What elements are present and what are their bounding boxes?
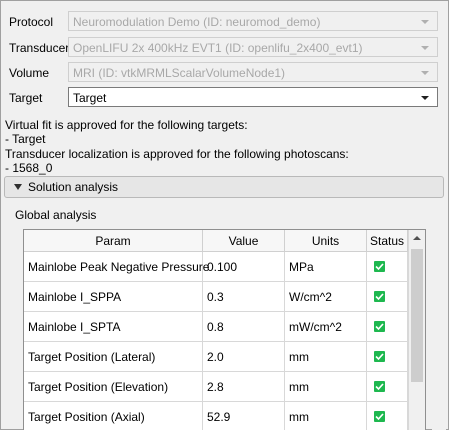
checkbox-checked-icon: [374, 261, 385, 272]
table-scrollbar-thumb[interactable]: [411, 249, 423, 382]
volume-row: Volume MRI (ID: vtkMRMLScalarVolumeNode1…: [0, 62, 449, 84]
table-row-value[interactable]: 0.3: [203, 282, 285, 312]
table-row-param[interactable]: Mainlobe Peak Negative Pressure: [24, 252, 209, 282]
table-row-status[interactable]: [367, 402, 408, 430]
checkbox-checked-icon: [374, 351, 385, 362]
table-row-status[interactable]: [367, 342, 408, 372]
column-header-units[interactable]: Units: [285, 230, 367, 252]
localization-photoscan: - 1568_0: [5, 161, 53, 175]
volume-value: MRI (ID: vtkMRMLScalarVolumeNode1): [73, 66, 286, 80]
table-row-units[interactable]: MPa: [285, 252, 367, 282]
target-row: Target Target: [0, 87, 449, 109]
solution-analysis-toggle[interactable]: Solution analysis: [4, 176, 444, 198]
table-row-status[interactable]: [367, 252, 408, 282]
panel-scrollbar[interactable]: [432, 229, 446, 430]
triangle-down-icon: [14, 184, 22, 190]
solution-analysis-label: Solution analysis: [28, 180, 119, 194]
table-row-units[interactable]: mW/cm^2: [285, 312, 367, 342]
table-row-status[interactable]: [367, 312, 408, 342]
protocol-select[interactable]: Neuromodulation Demo (ID: neuromod_demo): [68, 11, 438, 31]
checkbox-checked-icon: [374, 291, 385, 302]
transducer-row: Transducer OpenLIFU 2x 400kHz EVT1 (ID: …: [0, 37, 449, 59]
table-row-status[interactable]: [367, 372, 408, 402]
checkbox-checked-icon: [374, 321, 385, 332]
analysis-table: Param Value Units Status Mainlobe Peak N…: [23, 229, 426, 430]
table-row-value[interactable]: 0.100: [203, 252, 285, 282]
checkbox-checked-icon: [374, 381, 385, 392]
table-row-param[interactable]: Mainlobe I_SPTA: [24, 312, 203, 342]
transducer-select[interactable]: OpenLIFU 2x 400kHz EVT1 (ID: openlifu_2x…: [68, 37, 438, 57]
target-select[interactable]: Target: [68, 87, 438, 107]
volume-select[interactable]: MRI (ID: vtkMRMLScalarVolumeNode1): [68, 62, 438, 82]
column-header-param[interactable]: Param: [24, 230, 203, 252]
virtual-fit-target: - Target: [5, 132, 46, 146]
virtual-fit-message: Virtual fit is approved for the followin…: [5, 118, 248, 132]
table-scrollbar[interactable]: [408, 230, 425, 430]
scroll-up-arrow-icon[interactable]: [409, 230, 425, 247]
chevron-down-icon: [421, 71, 429, 75]
transducer-value: OpenLIFU 2x 400kHz EVT1 (ID: openlifu_2x…: [73, 41, 363, 55]
table-row-status[interactable]: [367, 282, 408, 312]
chevron-down-icon: [421, 20, 429, 24]
table-row-param[interactable]: Target Position (Elevation): [24, 372, 203, 402]
target-label: Target: [9, 91, 43, 105]
table-row-units[interactable]: mm: [285, 402, 367, 430]
table-row-param[interactable]: Mainlobe I_SPPA: [24, 282, 203, 312]
column-header-status[interactable]: Status: [367, 230, 408, 252]
chevron-down-icon: [421, 46, 429, 50]
target-value: Target: [73, 91, 107, 105]
global-analysis-label: Global analysis: [15, 208, 97, 222]
checkbox-checked-icon: [374, 411, 385, 422]
table-row-value[interactable]: 52.9: [203, 402, 285, 430]
table-row-units[interactable]: mm: [285, 342, 367, 372]
transducer-label: Transducer: [9, 41, 70, 55]
localization-message: Transducer localization is approved for …: [5, 147, 349, 161]
table-row-units[interactable]: mm: [285, 372, 367, 402]
table-row-value[interactable]: 0.8: [203, 312, 285, 342]
table-row-units[interactable]: W/cm^2: [285, 282, 367, 312]
table-row-param[interactable]: Target Position (Axial): [24, 402, 203, 430]
table-row-value[interactable]: 2.8: [203, 372, 285, 402]
protocol-row: Protocol Neuromodulation Demo (ID: neuro…: [0, 11, 449, 33]
protocol-value: Neuromodulation Demo (ID: neuromod_demo): [73, 15, 321, 29]
table-row-value[interactable]: 2.0: [203, 342, 285, 372]
protocol-label: Protocol: [9, 15, 54, 29]
chevron-down-icon: [421, 96, 429, 100]
column-header-value[interactable]: Value: [203, 230, 285, 252]
table-row-param[interactable]: Target Position (Lateral): [24, 342, 203, 372]
volume-label: Volume: [9, 66, 50, 80]
